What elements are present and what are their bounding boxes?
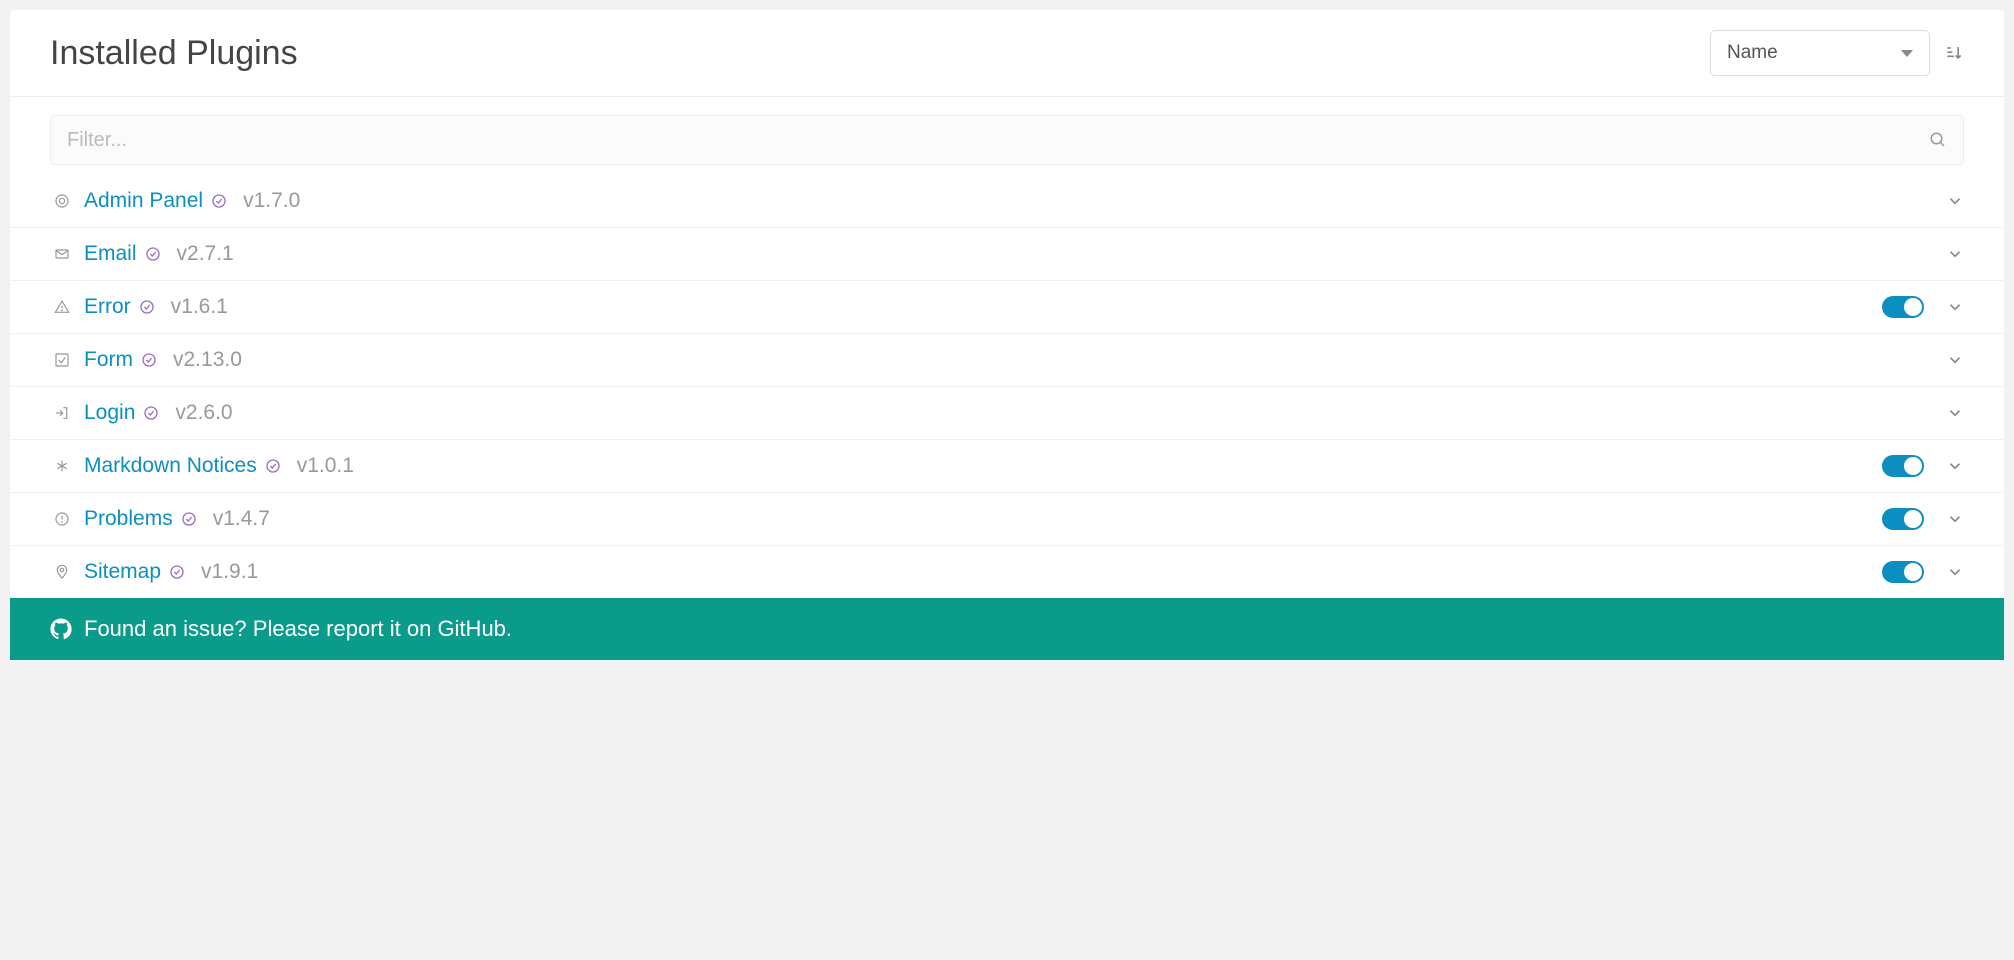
plugin-version: v1.7.0: [243, 189, 300, 213]
plugin-name-link[interactable]: Admin Panel: [84, 189, 203, 213]
plugin-enable-toggle[interactable]: [1882, 508, 1924, 530]
expand-button[interactable]: [1946, 510, 1964, 528]
verified-icon: [211, 193, 227, 209]
verified-icon: [139, 299, 155, 315]
plugin-list: Admin Panel v1.7.0 Email v2.7.1 Error v1…: [10, 175, 2004, 598]
chevron-down-icon: [1901, 50, 1913, 57]
plugin-name-link[interactable]: Problems: [84, 507, 173, 531]
filter-search-button[interactable]: [1929, 131, 1947, 149]
sort-select-value: Name: [1727, 42, 1778, 64]
header-controls: Name: [1710, 30, 1964, 76]
verified-icon: [143, 405, 159, 421]
sort-direction-button[interactable]: [1944, 43, 1964, 63]
sort-asc-icon: [1944, 43, 1964, 63]
plugin-row: Email v2.7.1: [10, 228, 2004, 281]
check-icon: [50, 352, 74, 368]
plugin-version: v1.0.1: [297, 454, 354, 478]
expand-button[interactable]: [1946, 192, 1964, 210]
asterisk-icon: [50, 458, 74, 474]
exclaim-icon: [50, 511, 74, 527]
plugin-enable-toggle[interactable]: [1882, 561, 1924, 583]
verified-icon: [141, 352, 157, 368]
expand-button[interactable]: [1946, 351, 1964, 369]
verified-icon: [169, 564, 185, 580]
plugin-enable-toggle[interactable]: [1882, 455, 1924, 477]
filter-box: [50, 115, 1964, 165]
plugin-name-link[interactable]: Form: [84, 348, 133, 372]
plugin-name-link[interactable]: Error: [84, 295, 131, 319]
map-icon: [50, 564, 74, 580]
plugin-row: Login v2.6.0: [10, 387, 2004, 440]
plugin-row: Problems v1.4.7: [10, 493, 2004, 546]
plugin-version: v2.13.0: [173, 348, 242, 372]
github-icon: [50, 618, 72, 640]
plugin-name-link[interactable]: Email: [84, 242, 137, 266]
plugin-row: Error v1.6.1: [10, 281, 2004, 334]
expand-button[interactable]: [1946, 457, 1964, 475]
filter-section: [10, 97, 2004, 175]
plugin-name-link[interactable]: Markdown Notices: [84, 454, 257, 478]
plugin-row: Admin Panel v1.7.0: [10, 175, 2004, 228]
panel-header: Installed Plugins Name: [10, 10, 2004, 97]
footer-text: Found an issue? Please report it on GitH…: [84, 616, 512, 642]
plugin-enable-toggle[interactable]: [1882, 296, 1924, 318]
expand-button[interactable]: [1946, 298, 1964, 316]
page-title: Installed Plugins: [50, 34, 298, 73]
plugin-version: v1.9.1: [201, 560, 258, 584]
plugin-version: v2.7.1: [177, 242, 234, 266]
filter-input[interactable]: [67, 129, 1929, 152]
plugin-name-link[interactable]: Login: [84, 401, 135, 425]
envelope-icon: [50, 246, 74, 262]
plugin-name-link[interactable]: Sitemap: [84, 560, 161, 584]
sort-select[interactable]: Name: [1710, 30, 1930, 76]
verified-icon: [181, 511, 197, 527]
footer-issue-bar[interactable]: Found an issue? Please report it on GitH…: [10, 598, 2004, 660]
expand-button[interactable]: [1946, 563, 1964, 581]
verified-icon: [265, 458, 281, 474]
grav-icon: [50, 193, 74, 209]
search-icon: [1929, 131, 1947, 149]
expand-button[interactable]: [1946, 404, 1964, 422]
verified-icon: [145, 246, 161, 262]
warning-icon: [50, 299, 74, 315]
plugins-panel: Installed Plugins Name: [10, 10, 2004, 598]
plugin-version: v2.6.0: [175, 401, 232, 425]
plugin-row: Markdown Notices v1.0.1: [10, 440, 2004, 493]
plugin-row: Sitemap v1.9.1: [10, 546, 2004, 598]
signin-icon: [50, 405, 74, 421]
plugin-row: Form v2.13.0: [10, 334, 2004, 387]
plugin-version: v1.4.7: [213, 507, 270, 531]
expand-button[interactable]: [1946, 245, 1964, 263]
plugin-version: v1.6.1: [171, 295, 228, 319]
